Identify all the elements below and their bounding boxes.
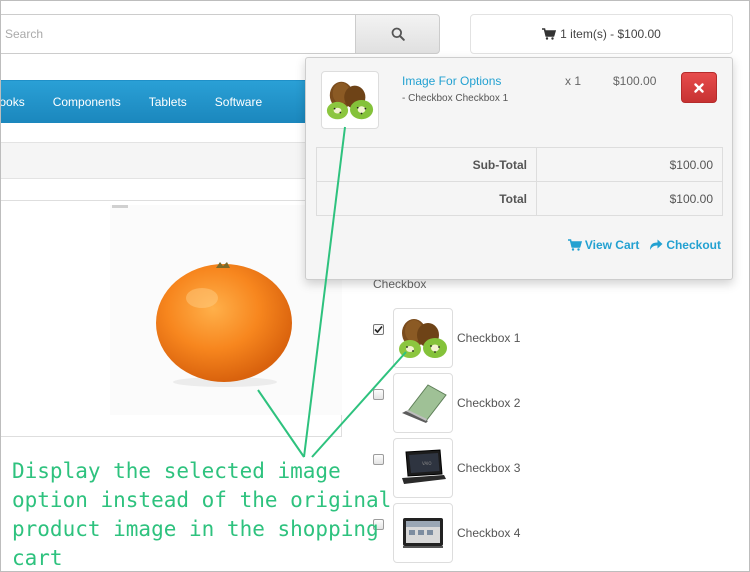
black-laptop-image: VAIO bbox=[402, 449, 446, 484]
checkout-label: Checkout bbox=[666, 238, 721, 252]
cart-button[interactable]: 1 item(s) - $100.00 bbox=[470, 14, 733, 54]
cart-icon bbox=[542, 28, 557, 40]
option-checkbox-2[interactable] bbox=[373, 388, 384, 400]
view-cart-label: View Cart bbox=[584, 238, 640, 252]
option-row-1: Checkbox 1 bbox=[373, 308, 520, 368]
breadcrumb bbox=[0, 142, 340, 179]
cart-actions: View Cart Checkout bbox=[567, 238, 721, 252]
cart-totals-table: Sub-Total $100.00 Total $100.00 bbox=[316, 147, 723, 216]
option-thumbnail-kiwi[interactable] bbox=[393, 308, 453, 368]
cart-dropdown: Image For Options - Checkbox Checkbox 1 … bbox=[305, 57, 733, 280]
option-thumbnail-tablet[interactable] bbox=[393, 503, 453, 563]
cart-item-quantity: x 1 bbox=[565, 74, 582, 88]
tablet-image bbox=[403, 518, 443, 548]
nav-item-tablets[interactable]: Tablets bbox=[135, 95, 201, 109]
kiwi-image bbox=[326, 81, 374, 120]
option-row-2: Checkbox 2 bbox=[373, 373, 520, 433]
nav-item-notebooks[interactable]: ebooks bbox=[0, 95, 39, 109]
subtotal-label: Sub-Total bbox=[316, 147, 537, 182]
share-arrow-icon bbox=[650, 239, 663, 250]
option-thumbnail-black-laptop[interactable]: VAIO bbox=[393, 438, 453, 498]
cart-item-name[interactable]: Image For Options bbox=[402, 74, 501, 88]
view-cart-link[interactable]: View Cart bbox=[567, 238, 640, 252]
total-value: $100.00 bbox=[536, 181, 723, 216]
option-name-3: Checkbox 3 bbox=[457, 461, 521, 475]
nav-item-components[interactable]: Components bbox=[39, 95, 135, 109]
search-icon bbox=[391, 27, 405, 41]
green-laptop-image bbox=[402, 384, 447, 423]
option-checkbox-1[interactable] bbox=[373, 323, 384, 335]
svg-text:VAIO: VAIO bbox=[422, 461, 432, 466]
close-icon bbox=[694, 82, 704, 93]
cart-item-option: - Checkbox Checkbox 1 bbox=[402, 93, 509, 104]
total-label: Total bbox=[316, 181, 537, 216]
annotation-text: Display the selected image option instea… bbox=[12, 459, 392, 570]
subtotal-row: Sub-Total $100.00 bbox=[316, 147, 723, 182]
check-icon bbox=[374, 325, 383, 333]
search-input[interactable] bbox=[0, 14, 358, 54]
subtotal-value: $100.00 bbox=[536, 147, 723, 182]
checkout-link[interactable]: Checkout bbox=[649, 238, 721, 252]
cart-summary: 1 item(s) - $100.00 bbox=[560, 27, 661, 41]
kiwi-image bbox=[399, 319, 447, 358]
option-name-1: Checkbox 1 bbox=[457, 331, 521, 345]
cart-icon bbox=[567, 239, 582, 251]
option-name-2: Checkbox 2 bbox=[457, 396, 521, 410]
nav-item-software[interactable]: Software bbox=[201, 95, 276, 109]
option-thumbnail-green-laptop[interactable] bbox=[393, 373, 453, 433]
cart-item-thumbnail[interactable] bbox=[321, 71, 379, 129]
orange-product-image[interactable] bbox=[150, 258, 300, 388]
option-name-4: Checkbox 4 bbox=[457, 526, 521, 540]
main-navbar: ebooks Components Tablets Software bbox=[0, 80, 330, 123]
cart-item-price: $100.00 bbox=[613, 74, 657, 88]
image-caption-placeholder bbox=[112, 205, 128, 208]
total-row: Total $100.00 bbox=[316, 181, 723, 216]
search-button[interactable] bbox=[355, 14, 440, 54]
remove-item-button[interactable] bbox=[681, 72, 717, 103]
cart-item-row: Image For Options - Checkbox Checkbox 1 … bbox=[306, 58, 732, 136]
